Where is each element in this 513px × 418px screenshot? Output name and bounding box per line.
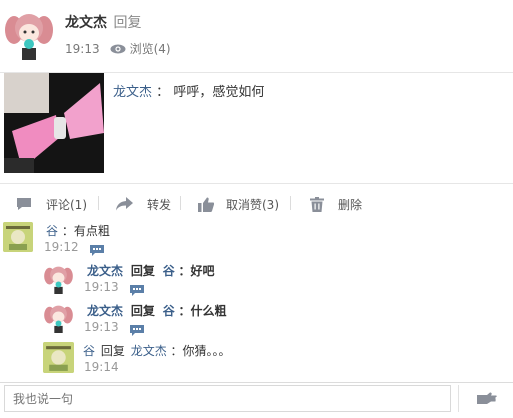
quote-text: 呼呼，感觉如何 [173,85,265,100]
comment-label: 评论(1) [46,197,87,212]
forward-arrow-icon [116,197,139,211]
quote-author-link[interactable]: 龙文杰 [113,85,152,100]
unlike-button[interactable]: 取消赞(3) [198,194,279,214]
pink-bow-photo [4,73,104,173]
thumbs-up-icon [198,197,220,212]
reply-time: 19:13 [84,280,119,294]
forward-button[interactable]: 转发 [116,194,171,214]
divider [0,183,513,184]
comment-time: 19:12 [44,240,79,254]
reply-avatar[interactable] [43,302,74,333]
comment-input[interactable] [4,385,451,412]
olive-avatar-image [43,342,74,373]
speech-bubble-icon[interactable] [90,241,104,256]
comment-author-link[interactable]: 谷 [46,224,58,238]
toolbar-divider [290,196,291,210]
eye-icon [110,44,126,54]
reply-time: 19:13 [84,320,119,334]
reply-author-link[interactable]: 龙文杰 [87,304,123,318]
post-action-label: 回复 [113,15,142,31]
girl-avatar-image [43,302,74,333]
comment-input-bar [0,382,513,418]
toolbar-divider [180,196,181,210]
reply-author-link[interactable]: 龙文杰 [87,264,123,278]
reply-avatar[interactable] [43,263,74,294]
reply-text: ：好吧 [178,264,215,278]
reply-word: 回复 [130,304,155,318]
speech-bubble-icon[interactable] [130,281,144,296]
commenter-avatar[interactable] [3,222,33,252]
toolbar-divider [98,196,99,210]
girl-avatar-image [43,263,74,294]
girl-avatar-image [3,8,55,60]
reply-author-link[interactable]: 谷 [83,344,95,358]
speech-bubble-icon[interactable] [130,321,144,336]
send-button[interactable] [458,385,513,412]
reply-text: ：什么粗 [178,304,227,318]
reply-time: 19:14 [84,360,119,374]
post-author-name[interactable]: 龙文杰 [65,15,107,31]
olive-avatar-image [3,222,33,252]
trash-icon [310,196,330,212]
delete-button[interactable]: 删除 [310,194,362,214]
reply-target-link[interactable]: 谷 [163,264,175,278]
reply-target-link[interactable]: 龙文杰 [131,344,167,358]
comment-button[interactable]: 评论(1) [16,194,87,214]
quote-colon: ： [156,85,170,100]
reply-avatar[interactable] [43,342,74,373]
author-avatar[interactable] [3,8,55,60]
reply-word: 回复 [100,344,125,358]
views-count: 浏览(4) [129,42,171,56]
reply-target-link[interactable]: 谷 [163,304,175,318]
quoted-image[interactable] [4,73,104,173]
reply-word: 回复 [130,264,155,278]
delete-label: 删除 [338,197,363,212]
reply-text: ：你猜。。。 [170,344,231,358]
comment-icon [16,197,38,211]
unlike-label: 取消赞(3) [226,197,279,212]
forward-label: 转发 [147,197,172,212]
comment-text: ：有点粗 [61,224,110,238]
post-time: 19:13 [65,41,100,56]
send-hand-icon [476,392,497,406]
